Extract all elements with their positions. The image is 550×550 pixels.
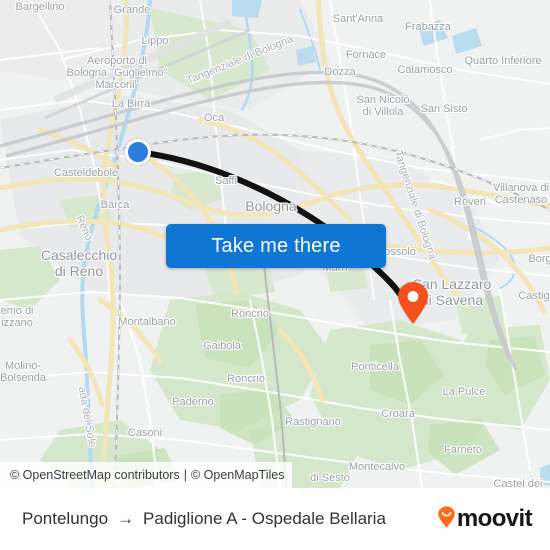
attribution-openmaptiles[interactable]: © OpenMapTiles — [191, 468, 285, 482]
attribution-osm[interactable]: © OpenStreetMap contributors — [10, 468, 180, 482]
moovit-trip-map-screen: Bargellino Grande Sant'Anna Frabazza Lippo Fo… — [0, 0, 550, 550]
destination-pin-marker[interactable] — [396, 281, 430, 325]
attribution-separator: | — [183, 468, 187, 482]
map-viewport[interactable]: Bargellino Grande Sant'Anna Frabazza Lippo Fo… — [0, 0, 550, 488]
moovit-wordmark: moovit — [456, 505, 533, 532]
moovit-logo[interactable]: moovit — [437, 505, 533, 533]
map-attribution: © OpenStreetMap contributors | © OpenMap… — [0, 462, 293, 488]
trip-summary: Pontelungo → Padiglione A - Ospedale Bel… — [22, 509, 427, 529]
origin-dot-marker[interactable] — [125, 139, 151, 165]
trip-origin-label: Pontelungo — [22, 509, 109, 528]
moovit-pin-icon — [437, 505, 456, 533]
trip-footer-bar: Pontelungo → Padiglione A - Ospedale Bel… — [0, 488, 550, 550]
trip-destination-label: Padiglione A - Ospedale Bellaria — [143, 509, 386, 528]
take-me-there-button[interactable]: Take me there — [166, 224, 386, 268]
arrow-right-icon: → — [117, 509, 135, 528]
